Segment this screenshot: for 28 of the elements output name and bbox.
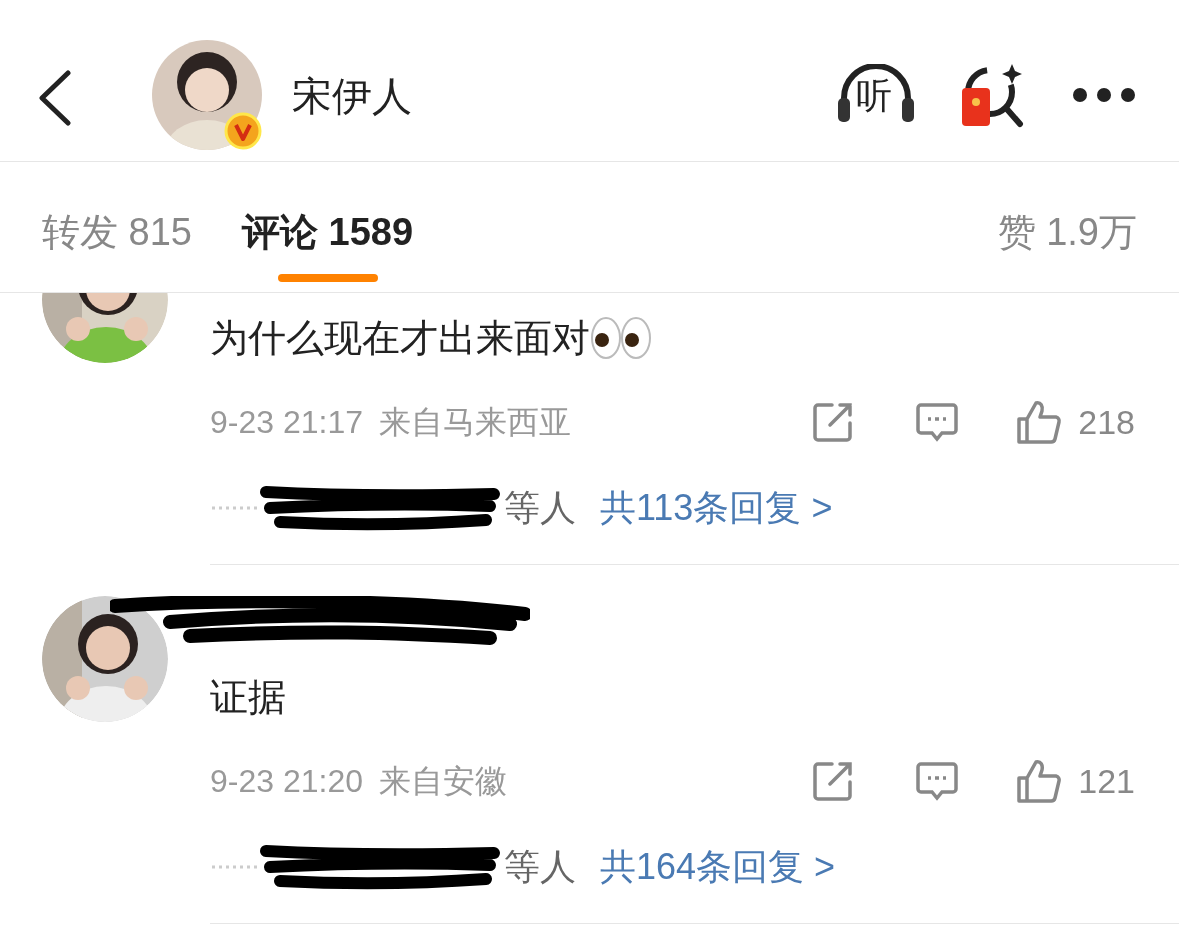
- replies-link[interactable]: 共113条回复 >: [600, 481, 833, 535]
- envelope-search-icon[interactable]: [960, 62, 1026, 128]
- like-count: 218: [1078, 401, 1135, 443]
- listen-button[interactable]: 听: [836, 64, 916, 126]
- back-icon[interactable]: [36, 70, 72, 126]
- comment-location: 来自马来西亚: [379, 403, 571, 442]
- dotted-line: [210, 505, 260, 511]
- comment-time: 9-23 21:17: [210, 403, 363, 442]
- likes-count: 赞 1.9万: [997, 210, 1137, 255]
- comment-icon[interactable]: [916, 761, 959, 801]
- tab[interactable]: 转发 815: [42, 208, 192, 256]
- comment-text: 为什么现在才出来面对: [210, 316, 590, 361]
- comment-icon[interactable]: [916, 402, 959, 442]
- share-icon[interactable]: [812, 760, 855, 802]
- comment-text: 证据: [210, 675, 286, 720]
- like-icon[interactable]: [1016, 399, 1063, 445]
- more-icon[interactable]: [1072, 87, 1136, 103]
- replies-link[interactable]: 共164条回复 >: [600, 840, 836, 894]
- user-name: 宋伊人: [292, 73, 412, 120]
- comment-time: 9-23 21:20: [210, 762, 363, 801]
- dotted-line: [210, 864, 260, 870]
- replies-suffix: 等人: [504, 845, 576, 889]
- like-count: 121: [1078, 760, 1135, 802]
- like-icon[interactable]: [1016, 758, 1063, 804]
- tab[interactable]: 评论 1589: [241, 208, 414, 256]
- comment-location: 来自安徽: [379, 762, 507, 801]
- replies-suffix: 等人: [504, 486, 576, 530]
- share-icon[interactable]: [812, 401, 855, 443]
